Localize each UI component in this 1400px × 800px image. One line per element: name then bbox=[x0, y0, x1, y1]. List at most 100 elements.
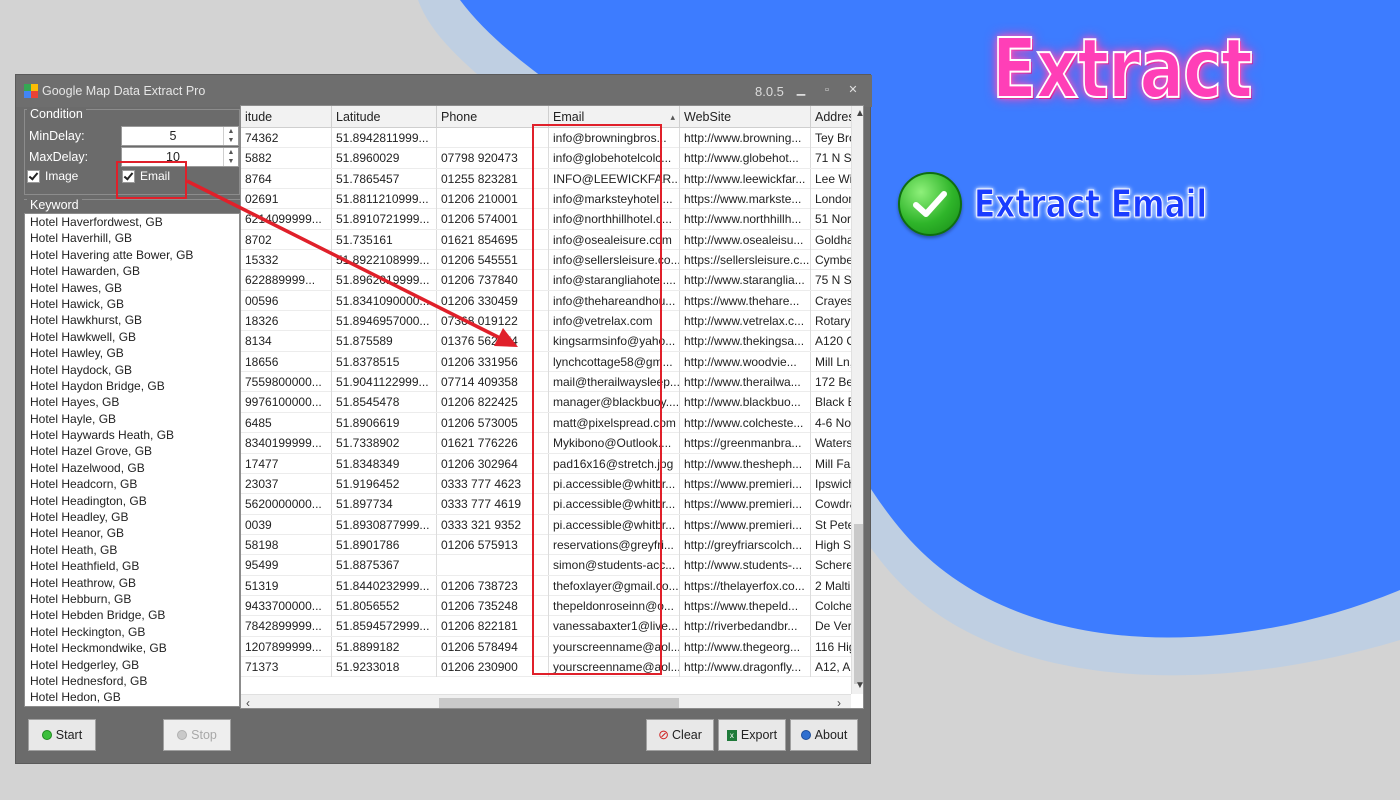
keyword-list-item[interactable]: Hotel Haydock, GB bbox=[25, 362, 239, 378]
table-row[interactable]: 622889999... 51.8962019999... 01206 737840… bbox=[241, 270, 855, 291]
keyword-list-item[interactable]: Hotel Hayes, GB bbox=[25, 394, 239, 410]
keyword-list-item[interactable]: Hotel Headington, GB bbox=[25, 493, 239, 509]
column-header-itude[interactable]: itude bbox=[241, 106, 332, 128]
export-button[interactable]: x Export bbox=[718, 719, 786, 751]
table-row[interactable]: 5882 51.8960029 07798 920473 info@globehote… bbox=[241, 148, 855, 169]
table-row[interactable]: 5620000000... 51.897734 0333 777 4619 pi.ac… bbox=[241, 494, 855, 515]
table-row[interactable]: 00596 51.8341090000... 01206 330459 info@th… bbox=[241, 290, 855, 312]
keyword-list-item[interactable]: Hotel Hawick, GB bbox=[25, 296, 239, 312]
table-cell-phone: 01206 735248 bbox=[437, 595, 549, 616]
checkbox-box[interactable] bbox=[27, 169, 40, 183]
table-cell-latitude: 51.8942811999... bbox=[332, 128, 437, 148]
email-checkbox[interactable]: Email bbox=[122, 169, 170, 183]
keyword-list-item[interactable]: Hotel Hawes, GB bbox=[25, 280, 239, 296]
scroll-thumb[interactable] bbox=[439, 698, 679, 708]
keyword-list-item[interactable]: Hotel Hebburn, GB bbox=[25, 591, 239, 607]
table-row[interactable]: 15332 51.8922108999... 01206 545551 info@se… bbox=[241, 250, 855, 271]
table-row[interactable]: 74362 51.8942811999... info@browningbros..… bbox=[241, 128, 855, 149]
table-row[interactable]: 9433700000... 51.8056552 01206 735248 thepe… bbox=[241, 595, 855, 617]
clear-button[interactable]: ⊘ Clear bbox=[646, 719, 714, 751]
keyword-list-item[interactable]: Hotel Heckmondwike, GB bbox=[25, 640, 239, 656]
keyword-list-item[interactable]: Hotel Hedgerley, GB bbox=[25, 657, 239, 673]
about-button[interactable]: About bbox=[790, 719, 858, 751]
keyword-list-item[interactable]: Hotel Heathrow, GB bbox=[25, 575, 239, 591]
keyword-list-item[interactable]: Hotel Hawarden, GB bbox=[25, 263, 239, 279]
table-cell-itude: 9433700000... bbox=[241, 595, 332, 616]
scroll-down-icon[interactable]: ▼ bbox=[855, 680, 863, 691]
keyword-list-item[interactable]: Hotel Heckington, GB bbox=[25, 624, 239, 640]
table-row[interactable]: 58198 51.8901786 01206 575913 reservations@… bbox=[241, 534, 855, 556]
max-delay-input[interactable]: 10 ▲ ▼ bbox=[121, 147, 239, 167]
keyword-list-item[interactable]: Hotel Hawkwell, GB bbox=[25, 329, 239, 345]
start-button-label: Start bbox=[55, 728, 83, 742]
table-row[interactable]: 8134 51.875589 01376 562374 kingsarmsinfo@y… bbox=[241, 331, 855, 352]
table-row[interactable]: 6485 51.8906619 01206 573005 matt@pixelspre… bbox=[241, 412, 855, 434]
table-row[interactable]: 18656 51.8378515 01206 331956 lynchcottage5… bbox=[241, 351, 855, 373]
image-checkbox[interactable]: Image bbox=[27, 169, 78, 183]
table-row[interactable]: 23037 51.9196452 0333 777 4623 pi.accessibl… bbox=[241, 473, 855, 495]
spin-arrows-icon[interactable]: ▲ ▼ bbox=[223, 127, 238, 145]
keyword-list-item[interactable]: Hotel Hazel Grove, GB bbox=[25, 443, 239, 459]
stop-button[interactable]: Stop bbox=[163, 719, 231, 751]
start-button[interactable]: Start bbox=[28, 719, 96, 751]
keyword-list-item[interactable]: Hotel Haverhill, GB bbox=[25, 230, 239, 246]
results-grid[interactable]: itudeLatitudePhoneEmailWebSiteAddress 74… bbox=[240, 105, 864, 709]
table-row[interactable]: 6214099999... 51.8910721999... 01206 57400… bbox=[241, 209, 855, 230]
column-header-phone[interactable]: Phone bbox=[437, 106, 549, 128]
keyword-list-item[interactable]: Hotel Heathfield, GB bbox=[25, 558, 239, 574]
keyword-list-item[interactable]: Hotel Hebden Bridge, GB bbox=[25, 607, 239, 623]
table-cell-website: http://www.browning... bbox=[680, 128, 811, 148]
horizontal-scrollbar[interactable]: ‹ › bbox=[241, 694, 851, 708]
table-row[interactable]: 7559800000... 51.9041122999... 07714 40935… bbox=[241, 372, 855, 393]
table-row[interactable]: 8340199999... 51.7338902 01621 776226 Mykib… bbox=[241, 433, 855, 454]
table-cell-address: Goldhang bbox=[811, 229, 855, 250]
keyword-list-item[interactable]: Hotel Havering atte Bower, GB bbox=[25, 247, 239, 263]
keyword-list-item[interactable]: Hotel Haverfordwest, GB bbox=[25, 214, 239, 230]
column-header-website[interactable]: WebSite bbox=[680, 106, 811, 128]
table-row[interactable]: 8702 51.735161 01621 854695 info@osealeisur… bbox=[241, 229, 855, 251]
table-row[interactable]: 0039 51.8930877999... 0333 321 9352 pi.acce… bbox=[241, 514, 855, 535]
keyword-list-item[interactable]: Hotel Hednesford, GB bbox=[25, 673, 239, 689]
table-row[interactable]: 7842899999... 51.8594572999... 01206 82218… bbox=[241, 616, 855, 637]
minimize-icon[interactable]: ▁ bbox=[794, 83, 808, 97]
scroll-thumb[interactable] bbox=[854, 524, 863, 684]
table-row[interactable]: 17477 51.8348349 01206 302964 pad16x16@stre… bbox=[241, 453, 855, 474]
vertical-scrollbar[interactable]: ▲ ▼ bbox=[851, 106, 863, 694]
column-header-email[interactable]: Email bbox=[549, 106, 680, 128]
keyword-list-item[interactable]: Hotel Hedon, GB bbox=[25, 689, 239, 705]
grid-body: 74362 51.8942811999... info@browningbros..… bbox=[241, 128, 855, 678]
keyword-list-item[interactable]: Hotel Headcorn, GB bbox=[25, 476, 239, 492]
table-cell-latitude: 51.8875367 bbox=[332, 555, 437, 576]
spin-arrows-icon[interactable]: ▲ ▼ bbox=[223, 148, 238, 166]
clear-button-label: Clear bbox=[672, 728, 702, 742]
keyword-list-item[interactable]: Hotel Headley, GB bbox=[25, 509, 239, 525]
keyword-list-item[interactable]: Hotel Haywards Heath, GB bbox=[25, 427, 239, 443]
checkbox-box[interactable] bbox=[122, 169, 135, 183]
table-row[interactable]: 9976100000... 51.8545478 01206 822425 manag… bbox=[241, 392, 855, 413]
column-header-latitude[interactable]: Latitude bbox=[332, 106, 437, 128]
table-row[interactable]: 02691 51.8811210999... 01206 210001 info@ma… bbox=[241, 189, 855, 210]
keyword-list-item[interactable]: Hotel Hawley, GB bbox=[25, 345, 239, 361]
scroll-up-icon[interactable]: ▲ bbox=[855, 108, 863, 119]
keyword-list-item[interactable]: Hotel Haydon Bridge, GB bbox=[25, 378, 239, 394]
keyword-list-item[interactable]: Hotel Hayle, GB bbox=[25, 411, 239, 427]
table-row[interactable]: 1207899999... 51.8899182 01206 578494 yours… bbox=[241, 636, 855, 657]
scroll-right-icon[interactable]: › bbox=[837, 696, 841, 708]
table-row[interactable]: 18326 51.8946957000... 07368 019122 info@ve… bbox=[241, 311, 855, 332]
scroll-left-icon[interactable]: ‹ bbox=[246, 696, 250, 708]
min-delay-input[interactable]: 5 ▲ ▼ bbox=[121, 126, 239, 146]
close-icon[interactable]: ✕ bbox=[846, 83, 860, 97]
keyword-list-item[interactable]: Hotel Heath, GB bbox=[25, 542, 239, 558]
column-header-address[interactable]: Address bbox=[811, 106, 855, 128]
keyword-list-item[interactable]: Hotel Heanor, GB bbox=[25, 525, 239, 541]
table-row[interactable]: 8764 51.7865457 01255 823281 INFO@LEEWICKFA… bbox=[241, 168, 855, 190]
keyword-list-item[interactable]: Hotel Hazelwood, GB bbox=[25, 460, 239, 476]
maximize-icon[interactable]: ▫ bbox=[820, 83, 834, 97]
table-row[interactable]: 95499 51.8875367 simon@students-acc... http… bbox=[241, 555, 855, 576]
table-cell-itude: 58198 bbox=[241, 534, 332, 555]
title-bar[interactable]: Google Map Data Extract Pro 8.0.5 ▁ ▫ ✕ bbox=[16, 75, 872, 107]
table-row[interactable]: 51319 51.8440232999... 01206 738723 thefoxl… bbox=[241, 575, 855, 596]
keyword-list[interactable]: Hotel Haverfordwest, GB Hotel Haverhill, … bbox=[24, 213, 240, 707]
keyword-list-item[interactable]: Hotel Hawkhurst, GB bbox=[25, 312, 239, 328]
table-row[interactable]: 71373 51.9233018 01206 230900 yourscreennam… bbox=[241, 656, 855, 678]
